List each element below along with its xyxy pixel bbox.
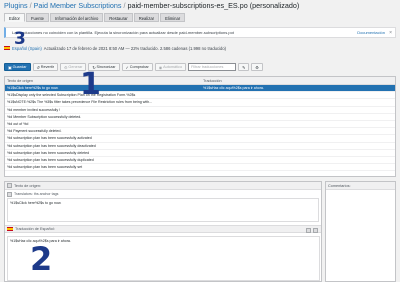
source-cell: %d subscription plan has been successful… (7, 143, 96, 148)
settings-button[interactable]: ⚙ (251, 63, 263, 71)
comments-title: Comentarios: (326, 182, 395, 190)
breadcrumb-separator: / (123, 1, 126, 10)
annotation-one: 1 (80, 67, 101, 102)
translation-header: Traducción de Español: (5, 225, 321, 233)
revert-label: Revertir (40, 65, 55, 69)
source-header: Texto de origen: (5, 182, 321, 190)
revert-button[interactable]: ↺ Revertir (32, 63, 59, 71)
source-cell: %d subscription plan has been successful… (7, 136, 92, 141)
auto-label: Automático (163, 65, 183, 69)
source-cell: %d Payment successfully deleted. (7, 129, 62, 134)
source-cell: %d member invited successfully ! (7, 107, 61, 112)
tab-restore[interactable]: Restaurar (104, 13, 133, 22)
filter-input[interactable]: Filtrar traducciones (188, 63, 237, 71)
translation-cell: %1$sHaz clic aquí%2$s para ir ahora. (203, 86, 264, 91)
list-item[interactable]: %d subscription plan has been successful… (5, 157, 395, 165)
list-item[interactable]: %1$sClick here%2$s to go now. %1$sHaz cli… (5, 85, 395, 93)
column-source[interactable]: Texto de origen (5, 79, 203, 83)
documentation-link[interactable]: Documentación (357, 30, 385, 35)
list-item[interactable]: %d subscription plan has been successful… (5, 143, 395, 150)
list-item[interactable]: %d subscription plan has been successful… (5, 135, 395, 143)
translator-note: Translators: ths anchor tags (5, 190, 321, 198)
sync-notice: Las traducciones no coinciden con la pla… (4, 27, 396, 38)
editor-toolbar: ▣ Guardar ↺ Revertir ⚙ Generar ↻ Sincronizar… (4, 62, 396, 72)
translation-list: Texto de origen Traducción %1$sClick her… (4, 76, 396, 177)
source-title: Texto de origen: (14, 183, 42, 188)
tab-perform[interactable]: Realizar (133, 13, 160, 22)
save-label: Guardar (12, 65, 27, 69)
edit-panes: Texto de origen: Translators: ths anchor… (4, 181, 396, 282)
source-cell: %1$sNOTE:%2$s The %3$s filter takes prec… (7, 100, 153, 105)
source-cell: %1$sDisplay only the selected Subscripti… (7, 93, 136, 98)
annotation-three: 3 (14, 29, 26, 49)
breadcrumb-plugin-link[interactable]: Paid Member Subscriptions (34, 1, 122, 10)
check-button[interactable]: ✓ Comprobar (121, 63, 153, 71)
gear-icon: ⚙ (255, 65, 259, 70)
file-status: Español (Spain) Actualizado 17 de febrer… (4, 44, 396, 52)
source-cell: %d subscription plan has been successful… (7, 150, 90, 155)
tab-source[interactable]: Fuente (25, 13, 49, 22)
status-text: Actualizado 17 de febrero de 2021 8:50 A… (43, 45, 227, 51)
check-label: Comprobar (129, 65, 149, 69)
source-cell: %1$sClick here%2$s to go now. (7, 86, 59, 91)
spain-flag-icon (4, 46, 10, 50)
copy-icon[interactable] (7, 183, 12, 188)
source-cell: %d out of %d (7, 122, 29, 127)
source-cell: %d subscription plan has been successful… (7, 165, 83, 170)
info-icon (7, 191, 12, 197)
list-item[interactable]: %1$sNOTE:%2$s The %3$s filter takes prec… (5, 99, 395, 107)
tab-bar: Editor Fuente Información del archivo Re… (4, 13, 186, 22)
pin-icon: ✎ (242, 65, 246, 70)
annotation-two: 2 (30, 240, 53, 278)
translation-title: Traducción de Español: (15, 227, 55, 231)
breadcrumb-file: paid-member-subscriptions-es_ES.po (pers… (127, 1, 300, 10)
breadcrumb-plugins-link[interactable]: Plugins (4, 1, 28, 10)
translator-note-text: Translators: ths anchor tags (14, 192, 59, 196)
comments-pane: Comentarios: (325, 181, 396, 282)
pin-button[interactable]: ✎ (238, 63, 250, 71)
tab-editor[interactable]: Editor (4, 13, 25, 22)
list-item[interactable]: %d Member Subscription successfully dele… (5, 114, 395, 121)
save-button[interactable]: ▣ Guardar (4, 63, 31, 71)
column-translation[interactable]: Traducción (203, 79, 395, 83)
list-item[interactable]: %d Payment successfully deleted. (5, 128, 395, 136)
breadcrumb-separator: / (29, 1, 32, 10)
robot-icon: ◉ (158, 65, 163, 70)
notice-text: Las traducciones no coinciden con la pla… (12, 30, 234, 35)
breadcrumb: Plugins / Paid Member Subscriptions / paid-m… (4, 1, 396, 11)
save-icon: ▣ (8, 65, 12, 70)
clear-icon[interactable] (313, 227, 318, 233)
auto-translate-button[interactable]: ◉ Automático (154, 63, 187, 71)
tab-file-info[interactable]: Información del archivo (50, 13, 104, 22)
list-body: %1$sClick here%2$s to go now. %1$sHaz cli… (5, 85, 395, 172)
tab-delete[interactable]: Eliminar (160, 13, 186, 22)
source-cell: %d subscription plan has been successful… (7, 157, 94, 162)
list-item[interactable]: %1$sDisplay only the selected Subscripti… (5, 92, 395, 100)
list-item[interactable]: %d subscription plan has been successful… (5, 164, 395, 172)
close-icon[interactable]: × (389, 30, 392, 36)
translation-textarea[interactable]: %1$sHaz clic aquí%2$s para ir ahora. (7, 236, 320, 281)
revert-icon: ↺ (36, 65, 40, 70)
list-header: Texto de origen Traducción (5, 77, 395, 85)
spain-flag-icon (7, 227, 13, 231)
copy-source-icon[interactable] (306, 227, 311, 233)
generate-icon: ⚙ (64, 65, 68, 70)
list-item[interactable]: %d out of %d (5, 121, 395, 129)
source-text-box: %1$sClick here%2$s to go now. (7, 198, 319, 222)
check-icon: ✓ (125, 65, 129, 70)
list-item[interactable]: %d member invited successfully ! (5, 107, 395, 114)
list-item[interactable]: %d subscription plan has been successful… (5, 150, 395, 157)
source-cell: %d Member Subscription successfully dele… (7, 114, 82, 119)
